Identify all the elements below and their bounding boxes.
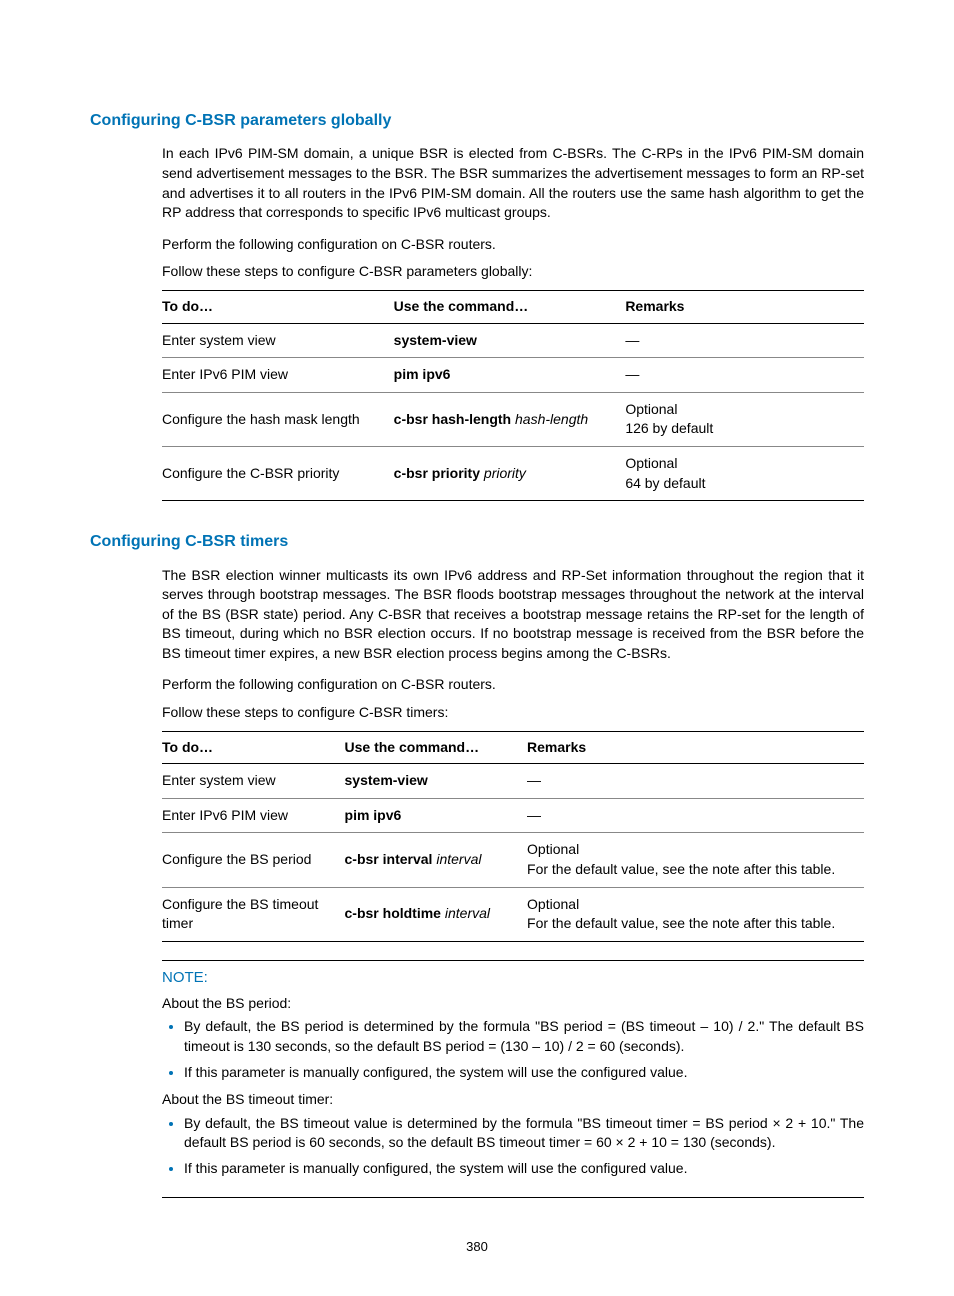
table-cell: —: [527, 764, 864, 799]
paragraph: The BSR election winner multicasts its o…: [162, 566, 864, 664]
note-subheading: About the BS timeout timer:: [162, 1090, 864, 1110]
list-item: If this parameter is manually configured…: [184, 1159, 864, 1179]
table-cell: Configure the BS timeout timer: [162, 887, 345, 941]
table-row: Enter IPv6 PIM view pim ipv6 —: [162, 358, 864, 393]
paragraph: Perform the following configuration on C…: [162, 235, 864, 255]
section-heading-cbsr-timers: Configuring C-BSR timers: [90, 531, 864, 553]
section-heading-cbsr-global: Configuring C-BSR parameters globally: [90, 110, 864, 132]
table-cell: system-view: [345, 764, 528, 799]
table-row: Enter IPv6 PIM view pim ipv6 —: [162, 798, 864, 833]
table-header: To do…: [162, 290, 394, 323]
table-cell: c-bsr holdtime interval: [345, 887, 528, 941]
table-cell: Configure the hash mask length: [162, 392, 394, 446]
table-cell: Enter system view: [162, 764, 345, 799]
paragraph: Perform the following configuration on C…: [162, 675, 864, 695]
table-cell: Configure the C-BSR priority: [162, 446, 394, 500]
list-item: By default, the BS timeout value is dete…: [184, 1114, 864, 1153]
table-cell: —: [625, 323, 864, 358]
table-header: Remarks: [625, 290, 864, 323]
table-cell: c-bsr priority priority: [394, 446, 626, 500]
list-item: If this parameter is manually configured…: [184, 1063, 864, 1083]
paragraph: In each IPv6 PIM-SM domain, a unique BSR…: [162, 144, 864, 222]
table-header: Use the command…: [345, 731, 528, 764]
table-cell: Configure the BS period: [162, 833, 345, 887]
table-cell: —: [527, 798, 864, 833]
table-cell: system-view: [394, 323, 626, 358]
table-row: Configure the BS timeout timer c-bsr hol…: [162, 887, 864, 941]
table-row: Enter system view system-view —: [162, 323, 864, 358]
table-row: Configure the hash mask length c-bsr has…: [162, 392, 864, 446]
table-row: Enter system view system-view —: [162, 764, 864, 799]
table-cell: c-bsr interval interval: [345, 833, 528, 887]
table-cell: —: [625, 358, 864, 393]
paragraph: Follow these steps to configure C-BSR ti…: [162, 703, 864, 723]
table-cell: Enter IPv6 PIM view: [162, 358, 394, 393]
paragraph: Follow these steps to configure C-BSR pa…: [162, 262, 864, 282]
table-row: Configure the C-BSR priority c-bsr prior…: [162, 446, 864, 500]
table-cell: c-bsr hash-length hash-length: [394, 392, 626, 446]
page-number: 380: [90, 1238, 864, 1256]
table-cell: Optional 126 by default: [625, 392, 864, 446]
note-subheading: About the BS period:: [162, 994, 864, 1014]
table-cell: Optional For the default value, see the …: [527, 887, 864, 941]
table-cell: Enter IPv6 PIM view: [162, 798, 345, 833]
note-heading: NOTE:: [162, 960, 864, 988]
table-cell: Optional 64 by default: [625, 446, 864, 500]
table-header: Remarks: [527, 731, 864, 764]
table-header: To do…: [162, 731, 345, 764]
list-item: By default, the BS period is determined …: [184, 1017, 864, 1056]
note-list: By default, the BS timeout value is dete…: [162, 1114, 864, 1179]
table-cbsr-timers: To do… Use the command… Remarks Enter sy…: [162, 731, 864, 942]
table-row: Configure the BS period c-bsr interval i…: [162, 833, 864, 887]
table-cell: Enter system view: [162, 323, 394, 358]
table-cbsr-global: To do… Use the command… Remarks Enter sy…: [162, 290, 864, 501]
table-cell: Optional For the default value, see the …: [527, 833, 864, 887]
table-cell: pim ipv6: [394, 358, 626, 393]
note-block: About the BS period: By default, the BS …: [162, 994, 864, 1198]
note-list: By default, the BS period is determined …: [162, 1017, 864, 1082]
table-cell: pim ipv6: [345, 798, 528, 833]
table-header: Use the command…: [394, 290, 626, 323]
